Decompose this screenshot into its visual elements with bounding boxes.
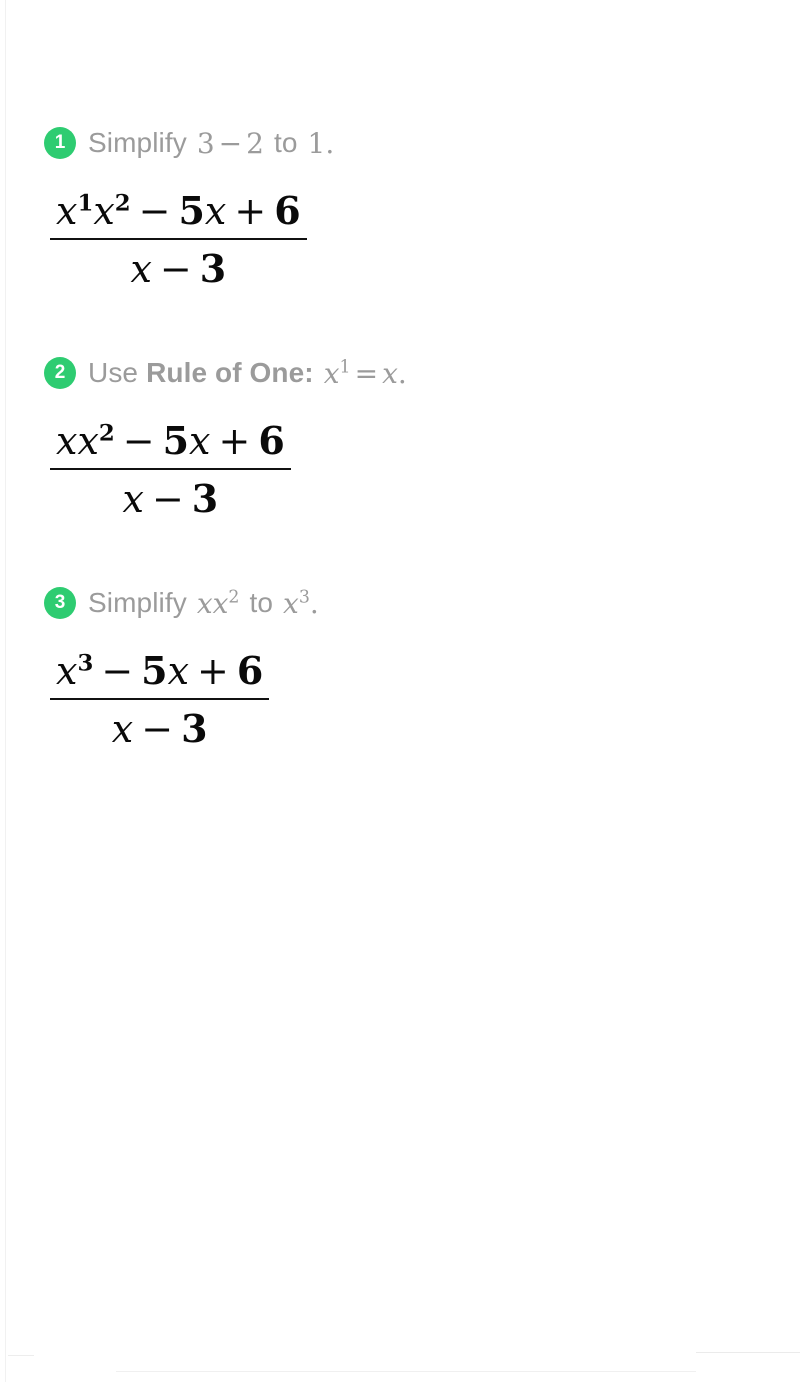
plus-operator: + [218,419,251,463]
variable-x: x [77,419,99,463]
step-1-lead-text: Simplify [88,127,187,158]
variable-x: x [56,649,78,693]
constant-3: 3 [181,706,208,751]
solution-card: 1 Simplify 3−2 to 1. x1x2−5x +6 x −3 2 Use [5,0,800,1382]
numeral-two: 2 [246,126,264,160]
minus-operator: − [138,189,171,233]
step-2-rule-name: Rule of One: [146,357,314,388]
variable-x: x [130,247,152,291]
period: . [325,126,335,160]
step-3-connector-text: to [249,587,274,618]
exponent-1: 1 [77,190,94,217]
variable-x: x [323,356,340,390]
step-number-badge-1: 1 [44,127,76,159]
equals-operator: = [354,356,379,390]
step-1-fraction: x1x2−5x +6 x −3 [50,192,307,288]
period: . [309,586,319,620]
plus-operator: + [197,649,229,693]
step-1-numerator: x1x2−5x +6 [50,192,307,238]
solution-step-2: 2 Use Rule of One: x1 = x. xx2−5x +6 x −3 [44,348,744,518]
step-1-inline-expression-to: 1. [306,127,337,160]
step-number-badge-3: 3 [44,587,76,619]
variable-x: x [189,419,211,463]
period: . [397,356,407,390]
numeral-three: 3 [196,126,215,160]
variable-x: x [56,189,78,233]
step-2-fraction: xx2−5x +6 x −3 [50,422,291,518]
step-3-numerator: x3−5x +6 [50,652,269,698]
variable-x: x [56,419,78,463]
variable-x: x [196,586,213,620]
variable-x: x [111,707,134,751]
step-number-badge-2: 2 [44,357,76,389]
minus-operator: − [159,247,192,291]
minus-operator: − [122,419,155,463]
constant-3: 3 [191,476,219,521]
variable-x: x [212,586,229,620]
variable-x: x [382,356,398,390]
step-1-denominator: x −3 [50,240,307,291]
exponent-3: 3 [298,587,310,608]
constant-6: 6 [236,648,264,693]
step-2-heading: 2 Use Rule of One: x1 = x. [44,348,744,398]
coefficient-5: 5 [178,188,205,233]
step-1-inline-expression-from: 3−2 [195,127,266,160]
exponent-1: 1 [339,357,351,378]
numeral-one: 1 [307,126,326,160]
scan-artifact-left [8,1355,34,1356]
step-2-denominator: x −3 [50,470,291,521]
step-3-inline-expression-from: xx2 [195,587,242,620]
exponent-3: 3 [77,650,94,677]
solution-step-1: 1 Simplify 3−2 to 1. x1x2−5x +6 x −3 [44,118,744,288]
step-2-inline-rule-expression: x1 = x. [322,357,409,390]
solution-step-3: 3 Simplify xx2 to x3. x3−5x +6 x −3 [44,578,744,748]
step-3-denominator: x −3 [50,700,269,751]
variable-x: x [283,586,299,620]
minus-operator: − [101,649,134,693]
minus-operator: − [141,707,174,751]
step-3-fraction: x3−5x +6 x −3 [50,652,270,751]
minus-operator: − [151,477,184,521]
step-3-inline-expression-to: x3. [281,587,321,620]
bottom-divider [116,1371,696,1372]
constant-6: 6 [274,188,301,233]
exponent-2: 2 [114,190,131,217]
step-3-heading: 3 Simplify xx2 to x3. [44,578,744,628]
step-1-connector-text: to [273,127,298,158]
constant-3: 3 [199,246,227,291]
steps-list: 1 Simplify 3−2 to 1. x1x2−5x +6 x −3 2 Use [44,118,744,762]
step-2-numerator: xx2−5x +6 [50,422,291,468]
variable-x: x [93,189,115,233]
coefficient-5: 5 [162,418,190,463]
variable-x: x [204,189,227,233]
variable-x: x [167,649,190,693]
constant-6: 6 [258,418,285,463]
step-2-lead-text: Use [88,357,139,388]
step-3-lead-text: Simplify [88,587,187,618]
minus-operator: − [218,126,243,160]
plus-operator: + [234,189,267,233]
variable-x: x [122,477,144,521]
step-1-heading: 1 Simplify 3−2 to 1. [44,118,744,168]
exponent-2: 2 [228,587,240,608]
coefficient-5: 5 [141,648,168,693]
scan-artifact-right [696,1352,800,1353]
exponent-2: 2 [98,420,115,447]
